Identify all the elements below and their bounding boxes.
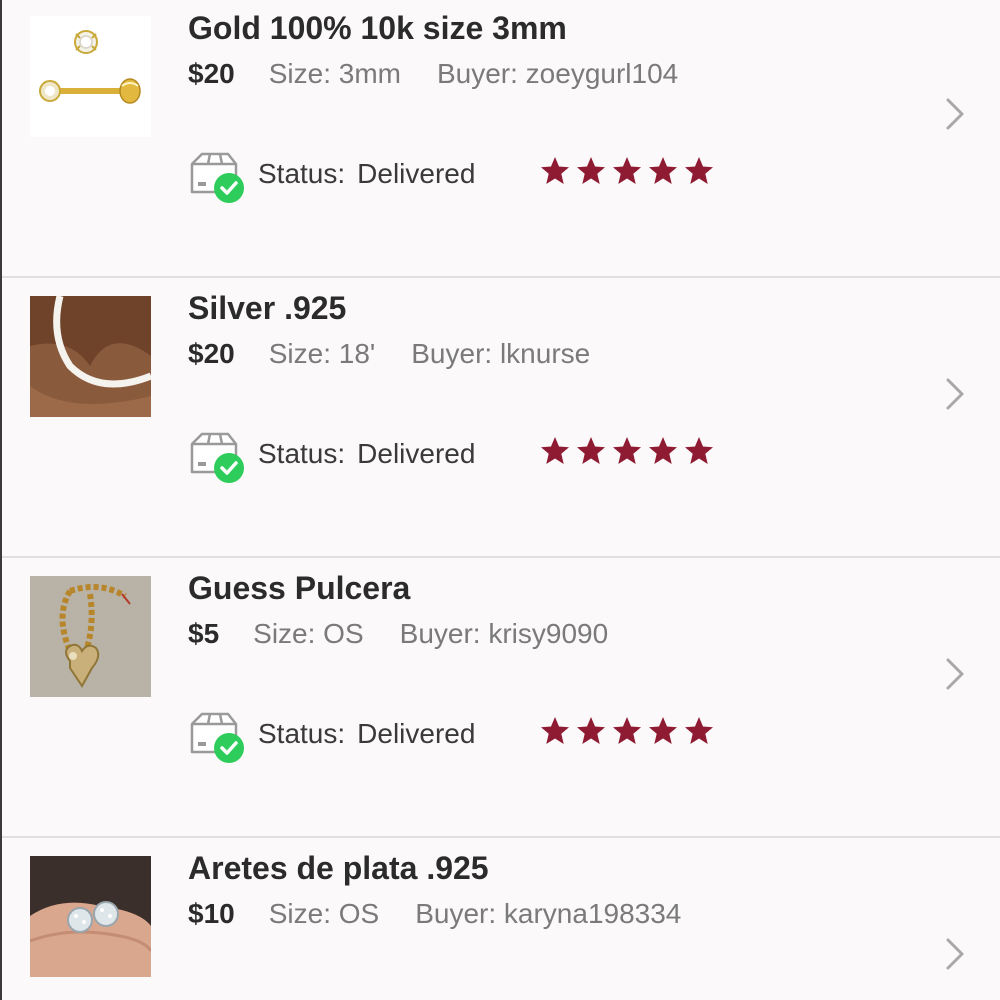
item-meta: $10 Size: OS Buyer: karyna198334 [188,898,681,930]
row-divider [2,276,1000,278]
gold-earring-photo [30,16,151,137]
star-icon [541,157,569,184]
item-buyer: Buyer: lknurse [411,338,591,369]
item-price: $5 [188,618,220,649]
star-icon [577,437,605,464]
item-price: $20 [188,338,235,369]
item-size: Size: OS [268,898,380,929]
order-status: Status: Delivered [188,148,748,208]
chevron-right-icon[interactable] [938,98,970,130]
order-thumbnail [30,856,151,977]
item-meta: $20 Size: 18' Buyer: lknurse [188,338,590,370]
order-status: Status: Delivered [188,428,748,488]
status-text: Status: Delivered [258,718,475,750]
silver-necklace-photo [30,296,151,417]
buyer-rating [540,716,714,746]
star-icon [613,717,641,744]
star-icon [685,157,713,184]
row-divider [2,836,1000,838]
star-icon [685,437,713,464]
package-delivered-icon [190,432,244,483]
buyer-rating [540,436,714,466]
order-row[interactable]: Aretes de plata .925 $10 Size: OS Buyer: k… [2,840,1000,1000]
item-meta: $20 Size: 3mm Buyer: zoeygurl104 [188,58,678,90]
star-icon [577,157,605,184]
star-icon [649,157,677,184]
status-label: Status: [258,158,346,189]
star-icon [649,437,677,464]
package-delivered-icon [190,712,244,763]
status-value: Delivered [357,718,476,749]
status-label: Status: [258,718,346,749]
package-delivered-icon [190,152,244,203]
status-text: Status: Delivered [258,158,475,190]
order-row[interactable]: Gold 100% 10k size 3mm $20 Size: 3mm Buyer… [2,0,1000,278]
order-row[interactable]: Silver .925 $20 Size: 18' Buyer: lknurse S… [2,280,1000,558]
item-buyer: Buyer: karyna198334 [415,898,682,929]
star-icon [577,717,605,744]
row-divider [2,556,1000,558]
item-size: Size: 18' [268,338,376,369]
gold-bracelet-photo [30,576,151,697]
star-icon [649,717,677,744]
item-title: Aretes de plata .925 [188,850,489,886]
order-thumbnail [30,16,151,137]
item-price: $10 [188,898,235,929]
buyer-rating [540,156,714,186]
item-price: $20 [188,58,235,89]
status-value: Delivered [357,158,476,189]
status-value: Delivered [357,438,476,469]
item-buyer: Buyer: zoeygurl104 [436,58,679,89]
sold-orders-list: Gold 100% 10k size 3mm $20 Size: 3mm Buyer… [0,0,1000,1000]
order-thumbnail [30,576,151,697]
order-status: Status: Delivered [188,708,748,768]
item-title: Gold 100% 10k size 3mm [188,10,567,46]
chevron-right-icon[interactable] [938,658,970,690]
star-icon [613,437,641,464]
item-buyer: Buyer: krisy9090 [399,618,609,649]
star-icon [541,717,569,744]
chevron-right-icon[interactable] [938,378,970,410]
item-title: Silver .925 [188,290,347,326]
item-size: Size: 3mm [268,58,401,89]
status-text: Status: Delivered [258,438,475,470]
chevron-right-icon[interactable] [938,938,970,970]
star-icon [685,717,713,744]
silver-earrings-photo [30,856,151,977]
star-icon [613,157,641,184]
order-row[interactable]: Guess Pulcera $5 Size: OS Buyer: krisy9090… [2,560,1000,838]
star-icon [541,437,569,464]
item-meta: $5 Size: OS Buyer: krisy9090 [188,618,608,650]
status-label: Status: [258,438,346,469]
order-thumbnail [30,296,151,417]
item-size: Size: OS [253,618,364,649]
item-title: Guess Pulcera [188,570,411,606]
